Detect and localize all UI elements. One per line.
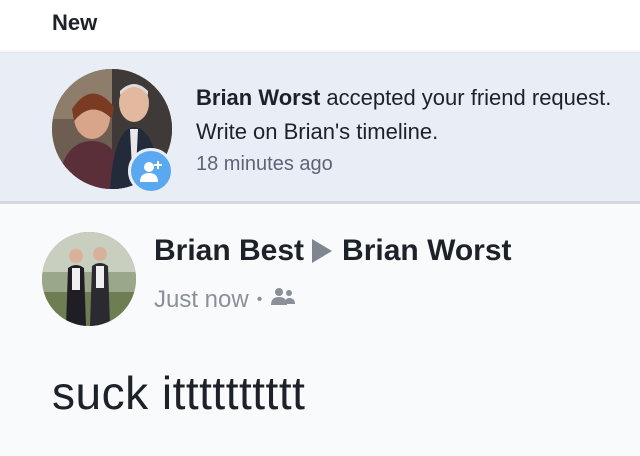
post-body-text: suck itttttttttt: [52, 367, 306, 419]
section-header: New: [0, 0, 640, 50]
post-time[interactable]: Just now: [154, 286, 249, 314]
timeline-post: Brian Best Brian Worst Just now • suck i…: [0, 204, 640, 456]
post-author-name[interactable]: Brian Best: [154, 234, 304, 268]
friends-icon[interactable]: [270, 286, 296, 314]
post-meta: Just now •: [154, 286, 296, 314]
section-label-new: New: [52, 10, 98, 35]
post-target-name[interactable]: Brian Worst: [342, 234, 511, 268]
notification-time: 18 minutes ago: [196, 153, 333, 175]
add-friend-icon: [128, 148, 174, 194]
avatar-photo: [42, 232, 136, 326]
post-author-avatar[interactable]: [42, 232, 136, 326]
post-header-names: Brian Best Brian Worst: [154, 234, 512, 268]
arrow-right-icon: [312, 239, 333, 263]
meta-separator: •: [256, 291, 263, 308]
notification-text: Brian Worst accepted your friend request…: [196, 81, 616, 149]
friend-accept-notification[interactable]: Brian Worst accepted your friend request…: [0, 52, 640, 205]
notification-actor[interactable]: Brian Worst: [196, 85, 320, 110]
